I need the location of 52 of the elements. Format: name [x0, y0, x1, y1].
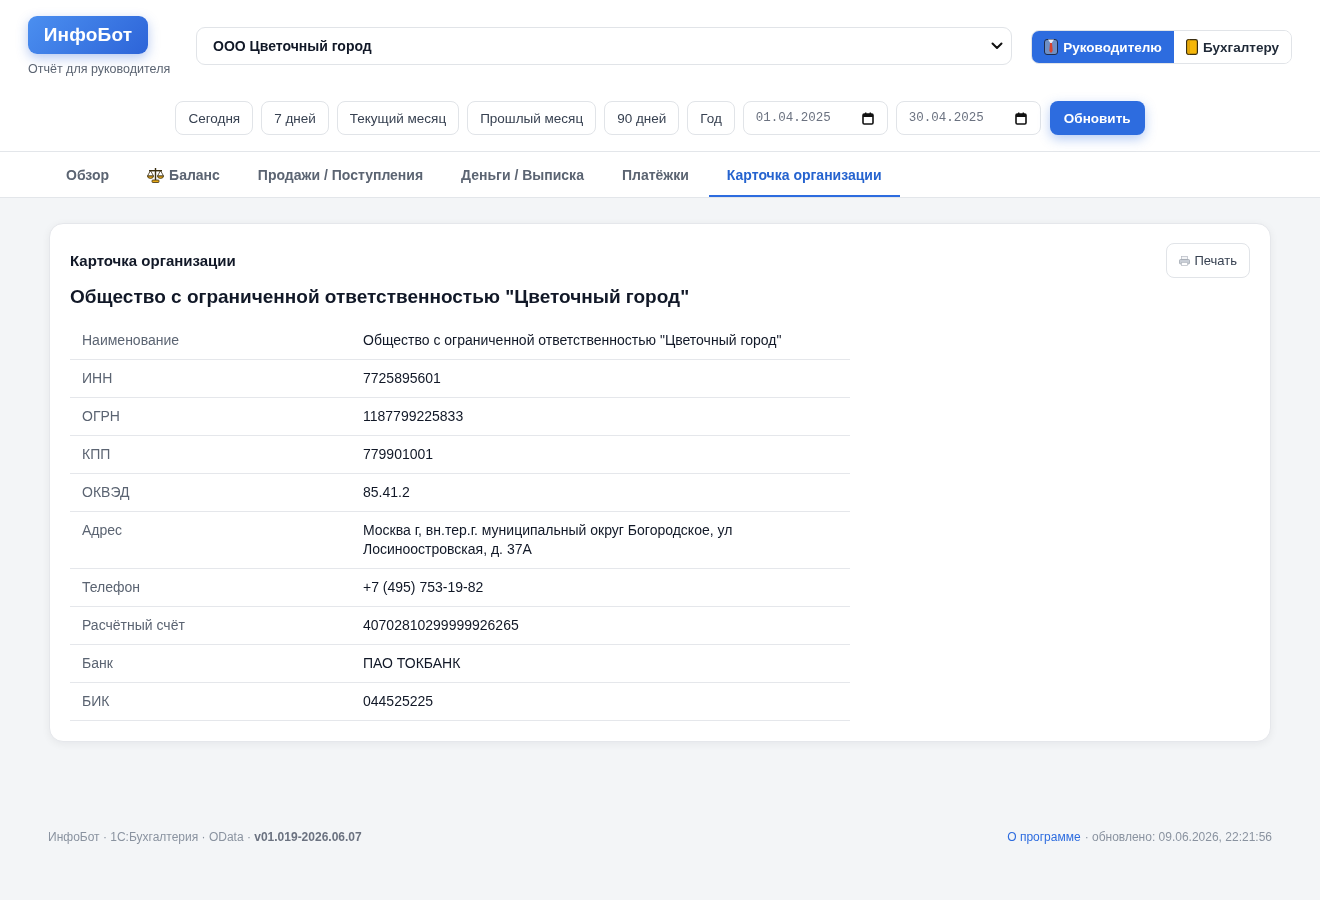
date-to-field[interactable]: 30.04.2025	[895, 101, 1041, 135]
field-value-cell: Москва г, вн.тер.г. муниципальный округ Богородское, ул Лосиноостровская, д. 37А	[351, 511, 850, 569]
print-button[interactable]: Печать	[1166, 243, 1250, 278]
period-preset-button[interactable]: 90 дней	[604, 101, 680, 135]
nav-tab[interactable]: Обзор	[48, 152, 128, 197]
period-preset-button[interactable]: Прошлый месяц	[467, 101, 597, 135]
field-label-cell: Банк	[70, 644, 351, 683]
field-label-cell: ОКВЭД	[70, 473, 351, 512]
updated-time-text: · обновлено: 09.06.2026, 22:21:56	[1084, 830, 1272, 844]
field-label-cell: Наименование	[70, 322, 351, 360]
field-value-cell: ПАО ТОКБАНК	[351, 644, 850, 683]
chevron-down-icon	[991, 42, 1004, 50]
footer-info-text: ИнфоБот · 1С:Бухгалтерия · OData · v01.019-2026.06.07	[48, 830, 362, 844]
nav-tab[interactable]: Карточка организации	[708, 152, 900, 197]
field-value-cell: 7725895601	[351, 359, 850, 398]
field-value-cell: +7 (495) 753-19-82	[351, 568, 850, 607]
period-preset-button[interactable]: 7 дней	[261, 101, 329, 135]
scales-icon	[147, 166, 165, 183]
field-label-cell: ИНН	[70, 359, 351, 398]
nav-tab[interactable]: Платёжки	[603, 152, 707, 197]
suit-tie-icon	[1044, 39, 1059, 55]
calendar-icon[interactable]	[1014, 111, 1027, 125]
date-from-field[interactable]: 01.04.2025	[742, 101, 888, 135]
app-subtitle: Отчёт для руководителя	[28, 62, 171, 76]
about-link[interactable]: О программе	[1007, 830, 1081, 844]
period-preset-button[interactable]: Сегодня	[175, 101, 254, 135]
field-label-cell: Адрес	[70, 511, 351, 569]
notebook-icon	[1185, 39, 1198, 55]
field-value-cell: 779901001	[351, 435, 850, 474]
nav-tab[interactable]: Деньги / Выписка	[443, 152, 602, 197]
field-label-cell: БИК	[70, 682, 351, 721]
card-title: Карточка организации	[70, 252, 236, 269]
organization-name-heading: Общество с ограниченной ответственностью "Цветочный город"	[70, 286, 691, 308]
app-logo: ИнфоБот	[28, 16, 148, 54]
field-value-cell: Общество с ограниченной ответственностью "Цветочный город"	[351, 322, 850, 360]
refresh-button[interactable]: Обновить	[1049, 101, 1145, 135]
period-preset-button[interactable]: Год	[687, 101, 735, 135]
period-preset-button[interactable]: Текущий месяц	[336, 101, 460, 135]
field-value-cell: 044525225	[351, 682, 850, 721]
field-label-cell: Телефон	[70, 568, 351, 607]
nav-tab[interactable]: Баланс	[129, 152, 238, 197]
printer-icon	[1179, 255, 1191, 266]
role-toggle-button[interactable]: Руководителю	[1032, 31, 1174, 63]
calendar-icon[interactable]	[861, 111, 874, 125]
field-label-cell: КПП	[70, 435, 351, 474]
field-value-cell: 40702810299999926265	[351, 606, 850, 645]
field-label-cell: Расчётный счёт	[70, 606, 351, 645]
field-value-cell: 1187799225833	[351, 397, 850, 436]
organization-select[interactable]: ООО Цветочный город	[196, 27, 1013, 65]
field-label-cell: ОГРН	[70, 397, 351, 436]
nav-tab[interactable]: Продажи / Поступления	[239, 152, 442, 197]
field-value-cell: 85.41.2	[351, 473, 850, 512]
